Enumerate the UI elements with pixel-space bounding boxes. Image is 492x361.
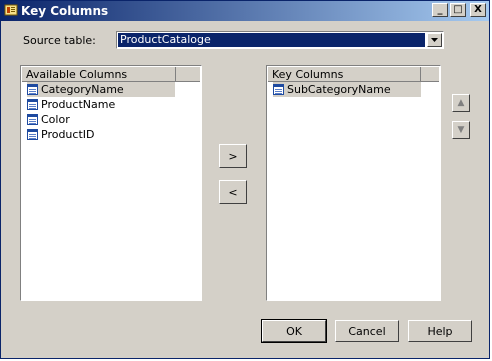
list-item[interactable]: ProductName [27, 97, 115, 112]
help-button[interactable]: Help [408, 320, 472, 342]
list-item-label: SubCategoryName [287, 83, 391, 96]
list-item[interactable]: CategoryName [27, 82, 175, 97]
close-button[interactable]: X [470, 3, 486, 17]
list-item-label: CategoryName [41, 83, 124, 96]
list-item[interactable]: Color [27, 112, 70, 127]
key-icon [4, 4, 18, 16]
arrow-up-icon: ▲ [457, 98, 465, 108]
available-columns-list[interactable]: Available Columns CategoryName ProductNa… [20, 65, 202, 301]
add-column-button[interactable]: > [219, 144, 247, 168]
dropdown-arrow-button[interactable] [427, 33, 442, 47]
ok-button-label: OK [286, 324, 302, 338]
source-table-label: Source table: [23, 34, 96, 47]
ok-button[interactable]: OK [261, 319, 327, 343]
cancel-button-label: Cancel [348, 324, 386, 338]
remove-column-label: < [228, 185, 238, 199]
column-icon [273, 84, 284, 95]
source-table-select[interactable]: ProductCataloge [116, 31, 444, 49]
remove-column-button[interactable]: < [219, 180, 247, 204]
move-down-button[interactable]: ▼ [452, 121, 470, 139]
key-columns-list[interactable]: Key Columns SubCategoryName [266, 65, 441, 301]
list-item[interactable]: SubCategoryName [273, 82, 421, 97]
arrow-down-icon: ▼ [457, 125, 465, 135]
list-item-label: ProductName [41, 98, 116, 111]
title-bar[interactable]: Key Columns _ □ X [1, 1, 489, 21]
cancel-button[interactable]: Cancel [335, 320, 399, 342]
minimize-icon: _ [437, 4, 443, 15]
close-icon: X [474, 4, 482, 15]
chevron-down-icon [431, 38, 438, 42]
column-icon [27, 99, 38, 110]
add-column-label: > [228, 149, 238, 163]
column-icon [27, 129, 38, 140]
list-item[interactable]: ProductID [27, 127, 94, 142]
window-title: Key Columns [21, 4, 109, 18]
available-columns-header-filler [176, 67, 200, 82]
key-columns-dialog: Key Columns _ □ X Source table: ProductC… [0, 0, 490, 359]
column-icon [27, 114, 38, 125]
move-up-button[interactable]: ▲ [452, 94, 470, 112]
column-icon [27, 84, 38, 95]
source-table-value: ProductCataloge [118, 33, 425, 47]
list-item-label: Color [41, 113, 70, 126]
minimize-button[interactable]: _ [432, 3, 448, 17]
maximize-icon: □ [453, 4, 463, 15]
key-columns-header-filler [421, 67, 439, 82]
available-columns-header[interactable]: Available Columns [22, 67, 176, 82]
key-columns-header[interactable]: Key Columns [268, 67, 421, 82]
help-button-label: Help [427, 324, 453, 338]
list-item-label: ProductID [41, 128, 95, 141]
maximize-button[interactable]: □ [450, 3, 466, 17]
